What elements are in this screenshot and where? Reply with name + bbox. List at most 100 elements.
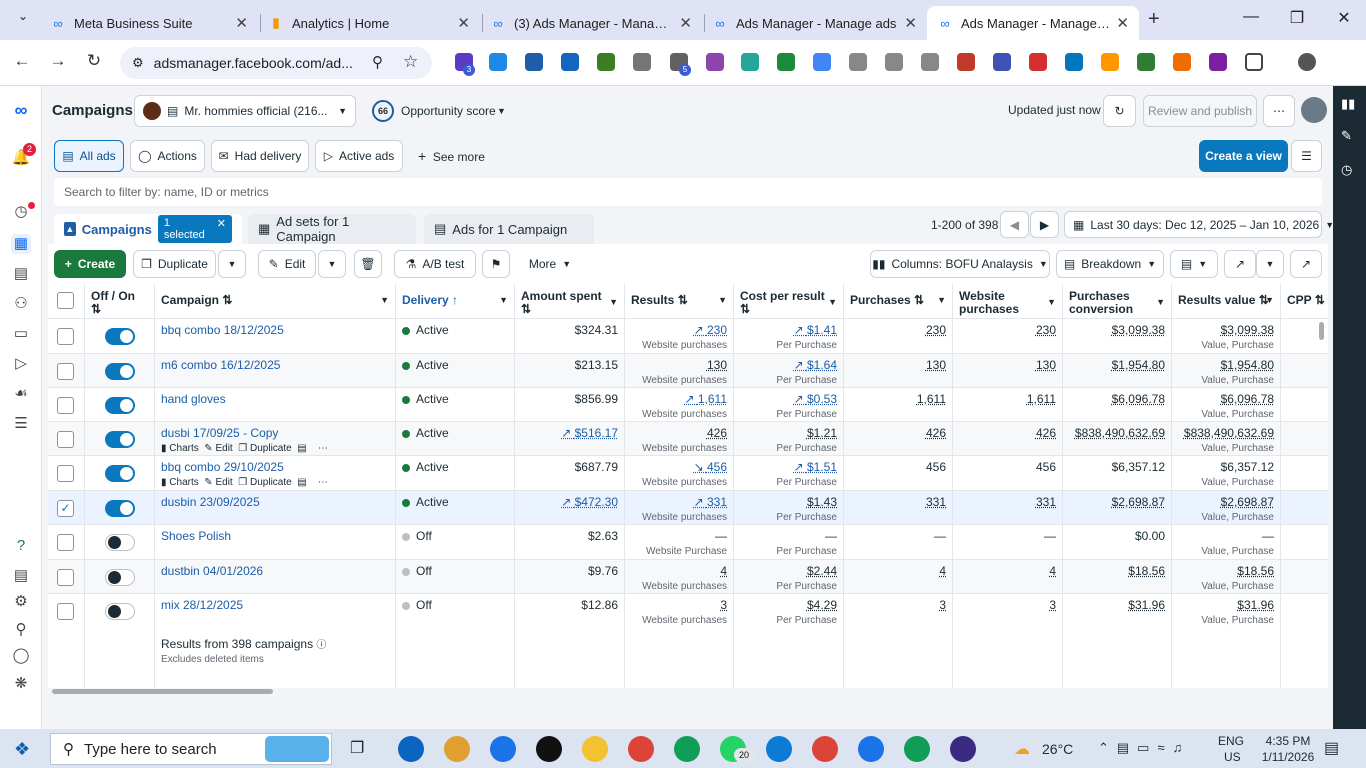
ext-5-icon[interactable] [597, 53, 615, 71]
capcut-icon[interactable] [536, 736, 562, 762]
row-action-charts[interactable]: ▮ Charts [161, 477, 199, 488]
ext-3-icon[interactable] [525, 53, 543, 71]
results-value[interactable]: ↘ 456 [694, 460, 727, 474]
campaign-name-link[interactable]: dusbin 23/09/2025 [161, 495, 260, 509]
results-value-amount[interactable]: $1,954.80 [1221, 358, 1274, 372]
ext-14-icon[interactable] [1137, 53, 1155, 71]
reports-dropdown[interactable]: ▤ ▼ [1170, 250, 1218, 278]
opportunity-chevron-icon[interactable]: ▼ [497, 106, 506, 116]
results-value[interactable]: ↗ 230 [694, 323, 727, 337]
search-icon[interactable]: ⚲ [11, 620, 31, 640]
cost-per-result[interactable]: ↗ $0.53 [794, 392, 837, 406]
back-icon[interactable]: ← [10, 51, 34, 71]
campaign-name-link[interactable]: dustbin 04/01/2026 [161, 564, 263, 578]
ext-7-icon[interactable] [741, 53, 759, 71]
charts-panel-icon[interactable]: ▮▮ [1341, 96, 1355, 112]
close-tab-icon[interactable]: ✕ [904, 14, 917, 32]
campaigns-table-icon[interactable]: ▦ [11, 234, 31, 254]
ext-16-icon[interactable] [1209, 53, 1227, 71]
maximize-icon[interactable]: ❐ [1282, 8, 1312, 28]
info-icon[interactable]: ⓘ [316, 640, 326, 651]
purchase-conv-value[interactable]: $2,698.87 [1112, 495, 1165, 509]
support-chat-icon[interactable]: ◯ [11, 646, 31, 666]
campaign-toggle[interactable] [105, 534, 135, 551]
chrome-profile-6-icon[interactable] [950, 736, 976, 762]
campaign-toggle[interactable] [105, 500, 135, 517]
weather-temp[interactable]: 26°C [1042, 741, 1073, 757]
row-action-more-icon[interactable]: ⋯ [318, 477, 328, 488]
profile-avatar-icon[interactable] [1298, 53, 1316, 71]
purchases-value[interactable]: 331 [926, 495, 946, 509]
col-cpp[interactable]: CPP ⇅ [1281, 284, 1328, 318]
close-tab-icon[interactable]: ✕ [1116, 14, 1129, 32]
tab-campaigns[interactable]: ▲ Campaigns 1 selected ✕ [54, 214, 242, 244]
results-value[interactable]: — [715, 529, 727, 543]
col-cost-per-result[interactable]: Cost per result ⇅ ▼ [734, 284, 844, 318]
input-language[interactable]: ENG [1218, 734, 1244, 748]
purchase-conv-value[interactable]: $6,096.78 [1112, 392, 1165, 406]
col-purchase-conv-value[interactable]: Purchases conversion val...▼ [1063, 284, 1172, 318]
results-value-amount[interactable]: $6,357.12 [1221, 460, 1274, 474]
zoom-icon[interactable]: ⚲ [372, 53, 383, 71]
more-options-button[interactable]: ⋯ [1263, 95, 1295, 127]
ext-2-icon[interactable] [489, 53, 507, 71]
results-value[interactable]: 4 [720, 564, 727, 578]
purchase-conv-value[interactable]: $6,357.12 [1112, 460, 1165, 474]
tag-icon[interactable]: ⚑ [482, 250, 510, 278]
website-purchases-value[interactable]: 1,611 [1027, 392, 1056, 406]
filter-had-delivery[interactable]: ✉ Had delivery [211, 140, 309, 172]
clock-time[interactable]: 4:35 PM [1262, 734, 1314, 748]
table-row[interactable]: m6 combo 16/12/2025 Active $213.15 130 Websi… [48, 354, 1328, 388]
cost-per-result[interactable]: ↗ $1.41 [794, 323, 837, 337]
campaign-name-link[interactable]: bbq combo 29/10/2025 [161, 460, 284, 474]
purchase-conv-value[interactable]: $0.00 [1135, 529, 1165, 543]
extensions-puzzle-icon[interactable] [1245, 53, 1263, 71]
website-purchases-value[interactable]: 230 [1036, 323, 1056, 337]
opportunity-score-label[interactable]: Opportunity score [401, 104, 496, 118]
chrome-profile-5-icon[interactable] [904, 736, 930, 762]
chrome-profile-4-icon[interactable] [858, 736, 884, 762]
row-checkbox[interactable]: ✓ [57, 500, 74, 517]
results-value[interactable]: ↗ 331 [694, 495, 727, 509]
chrome-profile-3-icon[interactable] [812, 736, 838, 762]
campaign-name-link[interactable]: Shoes Polish [161, 529, 231, 543]
clock-date[interactable]: 1/11/2026 [1258, 750, 1318, 764]
export-dropdown[interactable]: ▼ [1256, 250, 1284, 278]
task-view-icon[interactable]: ❐ [350, 738, 364, 758]
tab-ads[interactable]: ▤ Ads for 1 Campaign [424, 214, 594, 244]
settings-gear-icon[interactable]: ⚙ [11, 592, 31, 612]
row-action-duplicate[interactable]: ❐ Duplicate [238, 477, 291, 488]
help-icon[interactable]: ? [11, 536, 31, 556]
row-checkbox[interactable] [57, 534, 74, 551]
chrome-profile-2-icon[interactable] [674, 736, 700, 762]
row-checkbox[interactable] [57, 569, 74, 586]
purchases-value[interactable]: 3 [939, 598, 946, 612]
purchases-value[interactable]: 4 [939, 564, 946, 578]
row-action-edit[interactable]: ✎ Edit [204, 443, 232, 454]
table-row[interactable]: Shoes Polish Off $2.63— Website Purchase — Pe… [48, 525, 1328, 560]
copilot-icon[interactable] [444, 736, 470, 762]
campaign-toggle[interactable] [105, 569, 135, 586]
campaign-toggle[interactable] [105, 328, 135, 345]
row-checkbox[interactable] [57, 431, 74, 448]
purchases-value[interactable]: 230 [926, 323, 946, 337]
purchase-conv-value[interactable]: $838,490,632.69 [1075, 426, 1165, 440]
purchases-value[interactable]: 426 [926, 426, 946, 440]
cost-per-result[interactable]: ↗ $1.51 [794, 460, 837, 474]
omnibox[interactable]: ⚙ adsmanager.facebook.com/ad... [120, 47, 432, 79]
results-value[interactable]: ↗ 1,611 [684, 392, 727, 406]
cost-per-result[interactable]: $4.29 [807, 598, 837, 612]
browser-tab[interactable]: ∞(3) Ads Manager - Manage ads✕ [480, 6, 702, 40]
row-action-duplicate[interactable]: ❐ Duplicate [238, 443, 291, 454]
columns-selector[interactable]: ▮▮ Columns: BOFU Analaysis ▼ [870, 250, 1050, 278]
results-value-amount[interactable]: $18.56 [1237, 564, 1274, 578]
table-row[interactable]: bbq combo 18/12/2025 Active $324.31 ↗ 230 We… [48, 319, 1328, 354]
campaign-name-link[interactable]: m6 combo 16/12/2025 [161, 358, 280, 372]
row-action-preview-icon[interactable]: ▤ [297, 443, 306, 454]
website-purchases-value[interactable]: 4 [1049, 564, 1056, 578]
business-settings-icon[interactable]: ☙ [11, 384, 31, 404]
table-row[interactable]: mix 28/12/2025 Off $12.86 3 Website purchase… [48, 594, 1328, 629]
purchase-conv-value[interactable]: $1,954.80 [1112, 358, 1165, 372]
col-purchases[interactable]: Purchases ⇅ ▼ [844, 284, 953, 318]
row-action-edit[interactable]: ✎ Edit [204, 477, 232, 488]
